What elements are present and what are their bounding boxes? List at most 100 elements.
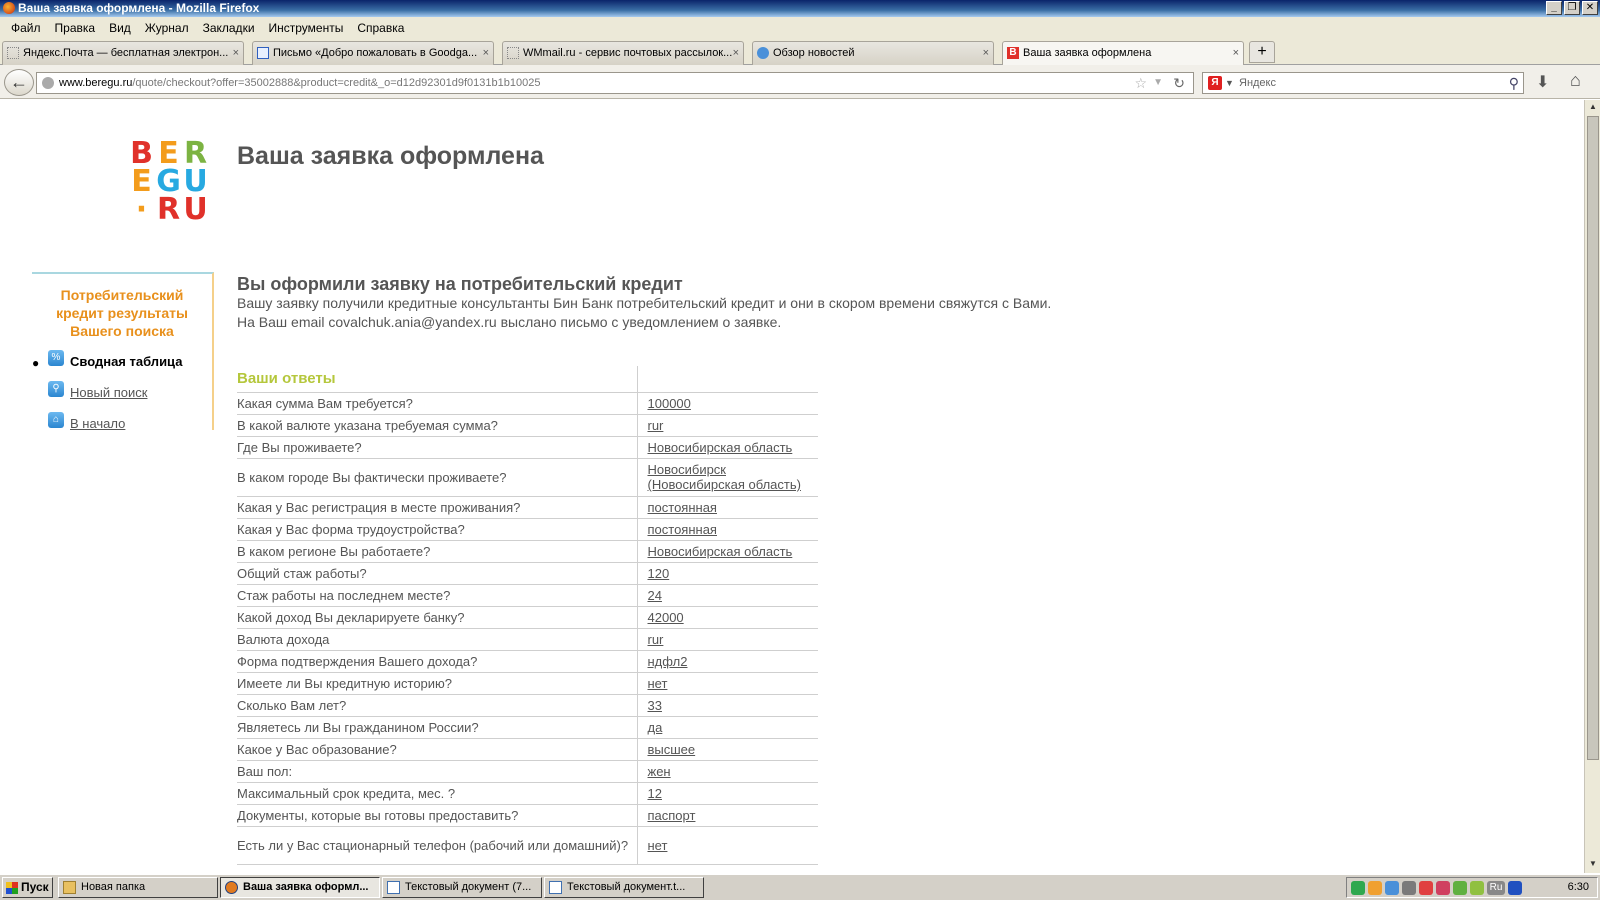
answer-link[interactable]: Новосибирская область (648, 440, 793, 455)
answer-cell: жен (636, 760, 818, 783)
page-icon (7, 47, 19, 59)
network-icon[interactable] (1385, 881, 1399, 895)
tab-close-icon[interactable]: × (233, 42, 239, 64)
question-cell: Имеете ли Вы кредитную историю? (237, 672, 637, 695)
answer-link[interactable]: rur (648, 418, 664, 433)
scroll-thumb[interactable] (1587, 116, 1599, 760)
site-identity-icon[interactable] (42, 77, 54, 89)
answer-link[interactable]: 12 (648, 786, 662, 801)
tab-wmmail[interactable]: WMmail.ru - сервис почтовых рассылок... … (502, 41, 744, 65)
reload-icon[interactable]: ↻ (1173, 73, 1185, 93)
menu-history[interactable]: Журнал (138, 21, 196, 35)
vertical-scrollbar[interactable]: ▲ ▼ (1584, 100, 1600, 873)
antivirus-icon[interactable] (1351, 881, 1365, 895)
app-icon[interactable] (1436, 881, 1450, 895)
answer-link[interactable]: 100000 (648, 396, 691, 411)
answer-cell: rur (636, 628, 818, 651)
search-icon[interactable]: ⚲ (1509, 73, 1519, 93)
answer-link[interactable]: нет (648, 838, 668, 853)
question-cell: В каком городе Вы фактически проживаете? (237, 458, 637, 497)
taskbar-item-text-doc-1[interactable]: Текстовый документ (7... (382, 877, 542, 898)
answer-link[interactable]: Новосибирск (Новосибирская область) (648, 462, 801, 492)
yandex-icon[interactable]: Я (1208, 76, 1222, 90)
notepad-icon (387, 881, 400, 894)
downloads-icon[interactable]: ⬇ (1536, 72, 1549, 92)
start-button[interactable]: Пуск (2, 877, 53, 898)
tab-close-icon[interactable]: × (983, 42, 989, 64)
scroll-down-icon[interactable]: ▼ (1587, 859, 1599, 871)
menu-file[interactable]: Файл (4, 21, 48, 35)
maximize-button[interactable]: ❐ (1564, 1, 1580, 15)
update-icon[interactable] (1470, 881, 1484, 895)
answer-link[interactable]: постоянная (648, 500, 717, 515)
beregu-logo[interactable]: BER E GU · R U (128, 139, 209, 225)
window-controls: _ ❐ ✕ (1546, 1, 1598, 15)
language-indicator[interactable]: Ru (1487, 881, 1505, 895)
volume-icon[interactable] (1402, 881, 1416, 895)
answer-cell: Новосибирская область (636, 540, 818, 563)
answer-link[interactable]: 33 (648, 698, 662, 713)
answer-link[interactable]: паспорт (648, 808, 696, 823)
history-dropdown-icon[interactable]: ▼ (1153, 73, 1163, 93)
taskbar-item-new-folder[interactable]: Новая папка (58, 877, 218, 898)
question-cell: Какая у Вас форма трудоустройства? (237, 518, 637, 541)
menu-view[interactable]: Вид (102, 21, 138, 35)
bullet-icon: ● (32, 356, 40, 370)
tab-close-icon[interactable]: × (1233, 42, 1239, 64)
answer-row: Общий стаж работы? 120 (237, 562, 818, 585)
answer-link[interactable]: Новосибирская область (648, 544, 793, 559)
answer-cell: паспорт (636, 804, 818, 827)
confirmation-line-2: На Ваш email covalchuk.ania@yandex.ru вы… (237, 314, 782, 330)
tab-close-icon[interactable]: × (733, 42, 739, 64)
answer-link[interactable]: постоянная (648, 522, 717, 537)
answer-link[interactable]: нет (648, 676, 668, 691)
sidebar-item-label[interactable]: Новый поиск (70, 385, 147, 400)
answer-row: Какое у Вас образование? высшее (237, 738, 818, 761)
home-icon[interactable]: ⌂ (1570, 70, 1581, 91)
address-bar[interactable]: www.beregu.ru/quote/checkout?offer=35002… (36, 72, 1194, 94)
page-title: Ваша заявка оформлена (237, 142, 544, 170)
answer-cell: 12 (636, 782, 818, 805)
menu-bookmarks[interactable]: Закладки (196, 21, 262, 35)
media-icon[interactable] (1508, 881, 1522, 895)
scroll-up-icon[interactable]: ▲ (1587, 102, 1599, 114)
menu-help[interactable]: Справка (350, 21, 411, 35)
answer-link[interactable]: да (648, 720, 663, 735)
answer-link[interactable]: rur (648, 632, 664, 647)
nvidia-icon[interactable] (1453, 881, 1467, 895)
tab-news-overview[interactable]: Обзор новостей × (752, 41, 994, 65)
back-button[interactable]: ← (4, 69, 34, 96)
search-input[interactable]: Я ▼ Яндекс ⚲ (1202, 72, 1524, 94)
answer-link[interactable]: ндфл2 (648, 654, 688, 669)
answer-cell: rur (636, 414, 818, 437)
tab-close-icon[interactable]: × (483, 42, 489, 64)
system-tray: Ru 6:30 (1346, 877, 1598, 898)
new-tab-button[interactable]: + (1249, 41, 1275, 63)
search-engine-dropdown-icon[interactable]: ▼ (1225, 73, 1234, 93)
tab-application-submitted[interactable]: B Ваша заявка оформлена × (1002, 41, 1244, 66)
answer-link[interactable]: 42000 (648, 610, 684, 625)
answer-link[interactable]: 24 (648, 588, 662, 603)
question-cell: Ваш пол: (237, 760, 637, 783)
confirmation-heading: Вы оформили заявку на потребительский кр… (237, 274, 683, 294)
security-icon[interactable] (1419, 881, 1433, 895)
tab-goodgame-letter[interactable]: Письмо «Добро пожаловать в Goodga... × (252, 41, 494, 65)
navigation-bar: ← www.beregu.ru/quote/checkout?offer=350… (0, 65, 1600, 99)
minimize-button[interactable]: _ (1546, 1, 1562, 15)
taskbar-item-label: Ваша заявка оформл... (243, 881, 369, 893)
answer-link[interactable]: высшее (648, 742, 696, 757)
answer-link[interactable]: 120 (648, 566, 670, 581)
tab-yandex-mail[interactable]: Яндекс.Почта — бесплатная электрон... × (2, 41, 244, 65)
sidebar-title: Потребительский кредит результаты Вашего… (56, 287, 188, 339)
answer-link[interactable]: жен (648, 764, 671, 779)
messenger-icon[interactable] (1368, 881, 1382, 895)
sidebar-item-label[interactable]: В начало (70, 416, 125, 431)
menu-edit[interactable]: Правка (48, 21, 103, 35)
close-window-button[interactable]: ✕ (1582, 1, 1598, 15)
answer-row: Где Вы проживаете? Новосибирская область (237, 436, 818, 459)
bookmark-star-icon[interactable]: ☆ (1134, 73, 1147, 93)
menu-tools[interactable]: Инструменты (262, 21, 351, 35)
taskbar-item-text-doc-2[interactable]: Текстовый документ.t... (544, 877, 704, 898)
answer-cell: 42000 (636, 606, 818, 629)
taskbar-item-firefox[interactable]: Ваша заявка оформл... (220, 877, 380, 898)
